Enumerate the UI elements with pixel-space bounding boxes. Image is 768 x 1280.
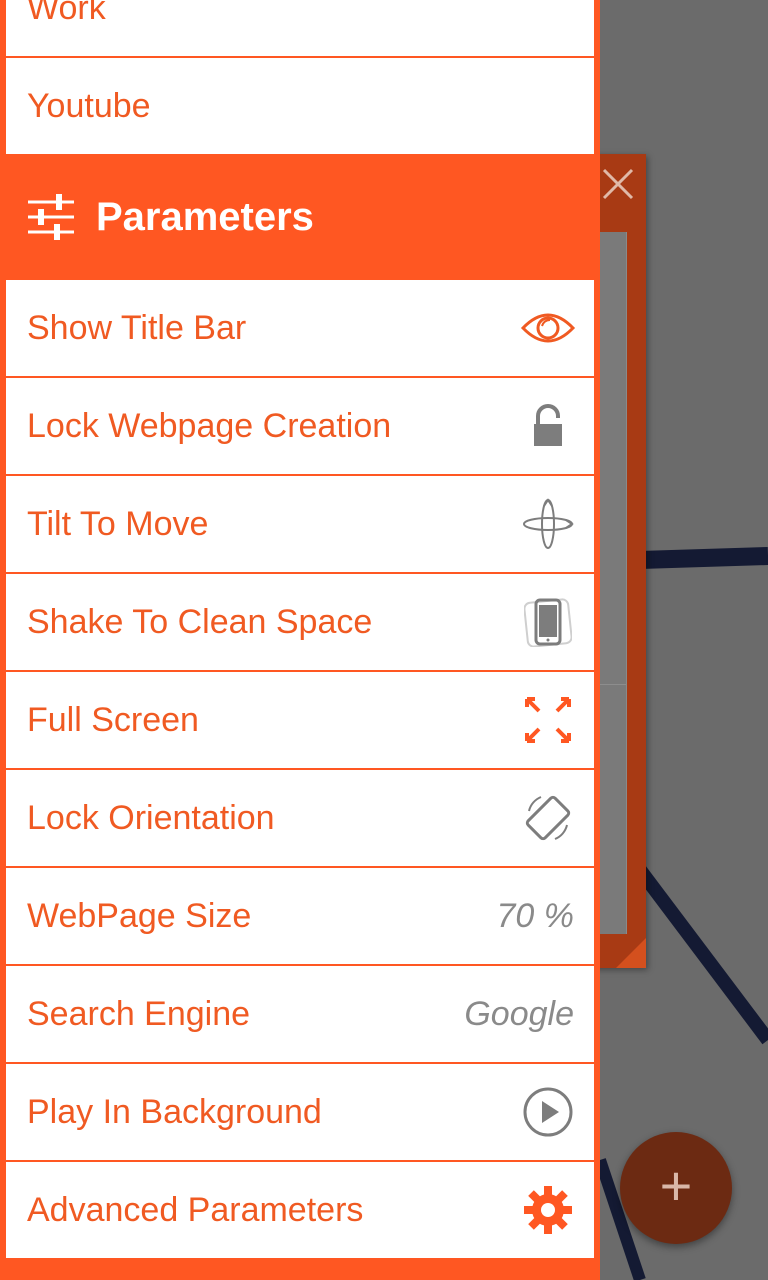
section-title: Parameters [96, 195, 314, 239]
param-shake-to-clean-space[interactable]: Shake To Clean Space [6, 574, 594, 670]
group-item-label: Youtube [27, 87, 151, 125]
eye-icon [520, 302, 576, 354]
lock-icon [520, 400, 576, 452]
parameters-header: Parameters [0, 156, 600, 276]
group-item-work[interactable]: Work [6, 0, 594, 56]
param-label: Tilt To Move [27, 505, 209, 543]
param-webpage-size[interactable]: WebPage Size 70 % [6, 868, 594, 964]
group-item-label: Work [27, 0, 106, 27]
shake-phone-icon [520, 596, 576, 648]
floating-webpage-window[interactable] [592, 154, 646, 968]
param-label: Advanced Parameters [27, 1191, 364, 1229]
fullscreen-icon [520, 694, 576, 746]
param-full-screen[interactable]: Full Screen [6, 672, 594, 768]
param-label: Lock Orientation [27, 799, 275, 837]
sliders-icon [28, 194, 74, 240]
tilt-icon [520, 498, 576, 550]
param-label: Play In Background [27, 1093, 322, 1131]
param-lock-webpage-creation[interactable]: Lock Webpage Creation [6, 378, 594, 474]
param-label: Lock Webpage Creation [27, 407, 392, 445]
connection-line [634, 865, 768, 1045]
connection-line [639, 547, 768, 569]
param-lock-orientation[interactable]: Lock Orientation [6, 770, 594, 866]
close-icon[interactable] [600, 166, 636, 202]
param-play-in-background[interactable]: Play In Background [6, 1064, 594, 1160]
param-label: Search Engine [27, 995, 251, 1033]
param-tilt-to-move[interactable]: Tilt To Move [6, 476, 594, 572]
resize-handle[interactable] [616, 938, 646, 968]
play-circle-icon [520, 1086, 576, 1138]
webpage-size-value: 70 % [496, 897, 575, 935]
group-item-youtube[interactable]: Youtube [6, 58, 594, 154]
param-label: WebPage Size [27, 897, 252, 935]
param-advanced-parameters[interactable]: Advanced Parameters [6, 1162, 594, 1258]
add-fab-button[interactable]: + [620, 1132, 732, 1244]
param-search-engine[interactable]: Search Engine Google [6, 966, 594, 1062]
navigation-drawer: Work Youtube Parameters Show Title Bar L… [0, 0, 600, 1280]
param-label: Show Title Bar [27, 309, 247, 347]
screen-rotation-icon [520, 792, 576, 844]
gear-icon [520, 1184, 576, 1236]
search-engine-value: Google [464, 995, 574, 1033]
param-label: Shake To Clean Space [27, 603, 373, 641]
param-label: Full Screen [27, 701, 199, 739]
param-show-title-bar[interactable]: Show Title Bar [6, 280, 594, 376]
